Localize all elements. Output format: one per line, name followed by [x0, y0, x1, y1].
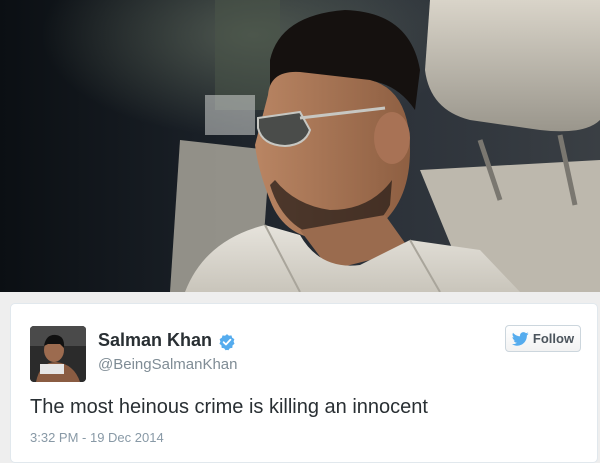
embedded-tweet: Salman Khan @BeingSalmanKhan Follow The … — [10, 303, 598, 463]
tweet-author-handle[interactable]: @BeingSalmanKhan — [98, 356, 237, 373]
tweet-timestamp[interactable]: 3:32 PM - 19 Dec 2014 — [30, 430, 164, 445]
tweet-text: The most heinous crime is killing an inn… — [30, 396, 428, 418]
tweet-author-name[interactable]: Salman Khan — [98, 330, 212, 351]
avatar[interactable] — [30, 326, 86, 382]
verified-badge-icon — [219, 334, 235, 351]
twitter-bird-icon — [511, 331, 529, 346]
follow-button[interactable]: Follow — [505, 325, 581, 352]
follow-label: Follow — [532, 331, 575, 346]
news-photo — [0, 0, 600, 292]
